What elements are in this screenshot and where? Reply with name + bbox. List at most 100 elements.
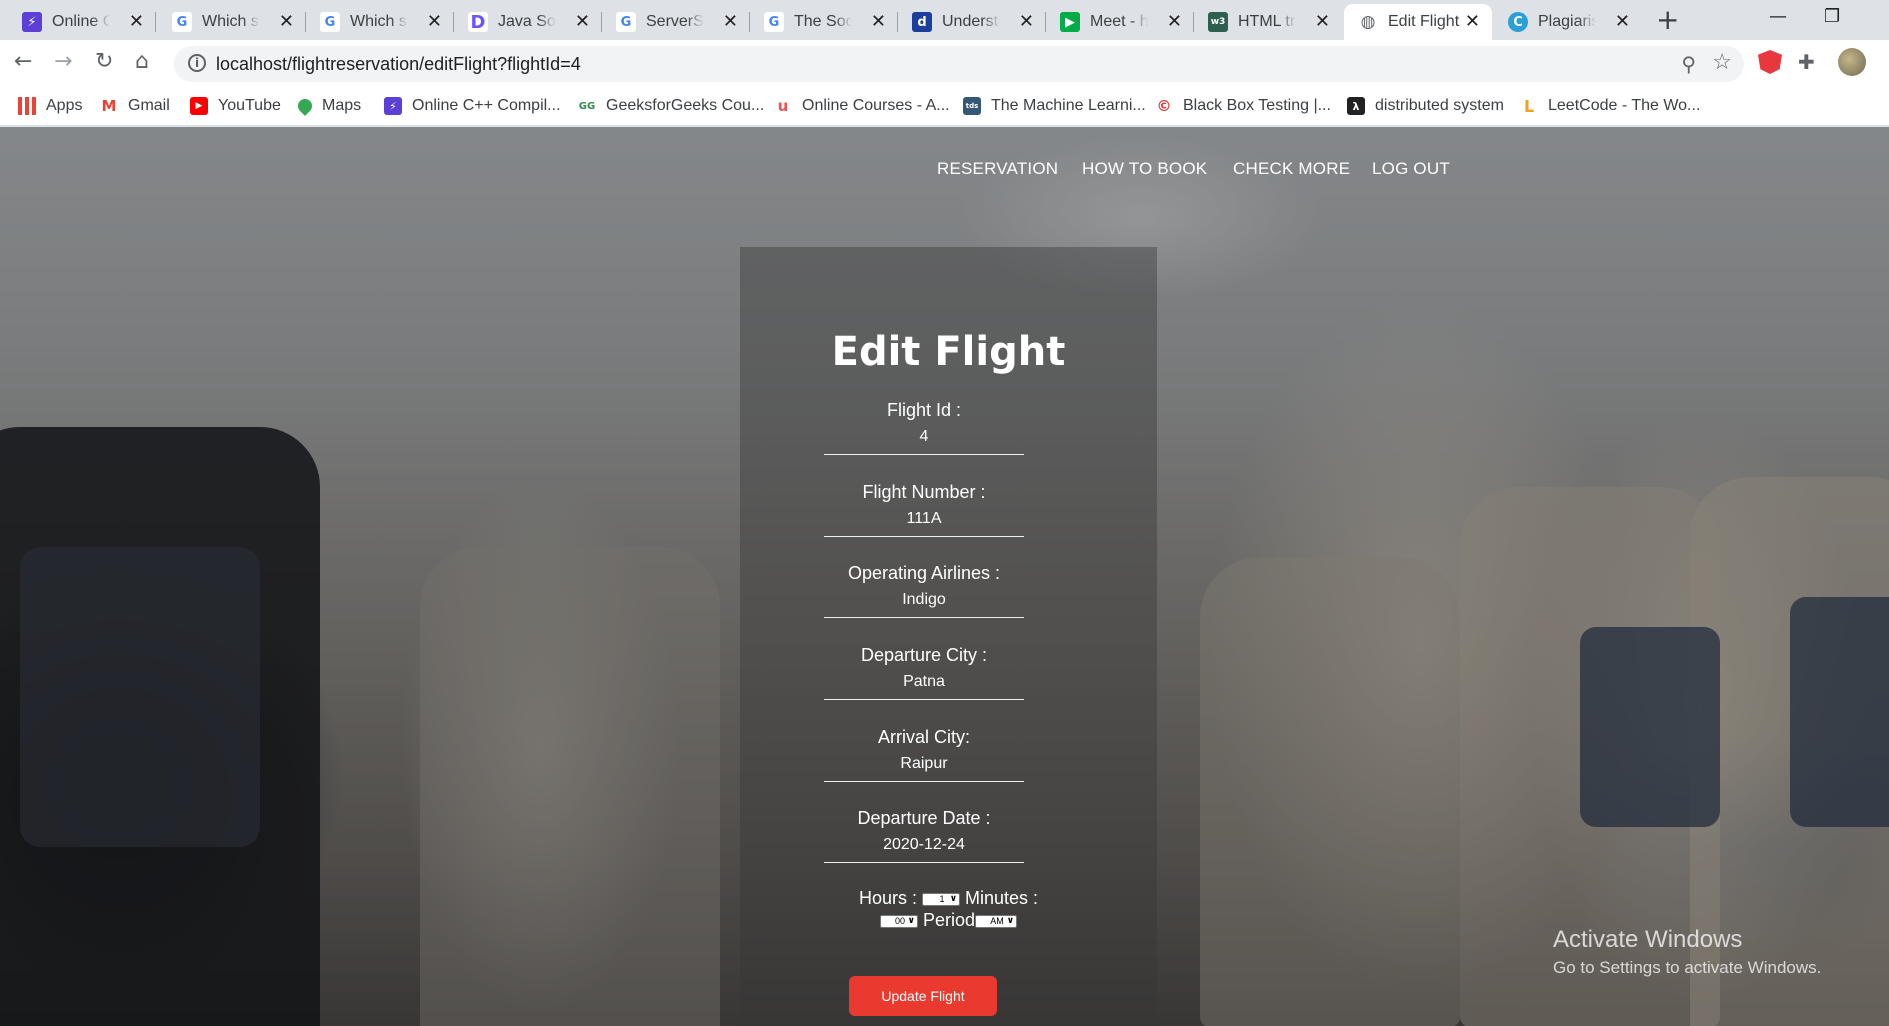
bookmark-black-box-testing[interactable]: © Black Box Testing |... xyxy=(1155,94,1331,118)
bookmark-distributed-system[interactable]: λ distributed system xyxy=(1347,94,1504,118)
profile-avatar[interactable] xyxy=(1838,48,1866,76)
seat-screen-shape xyxy=(20,547,260,847)
site-info-icon[interactable]: i xyxy=(188,54,206,72)
zoom-icon[interactable]: ⚲ xyxy=(1681,52,1696,76)
bookmark-label: LeetCode - The Wo... xyxy=(1548,97,1701,114)
field-value[interactable]: 2020-12-24 xyxy=(824,831,1024,859)
seat-shape xyxy=(420,547,720,1026)
field-value[interactable]: 4 xyxy=(824,423,1024,451)
tab-title: Online C++ xyxy=(52,13,110,30)
close-icon[interactable]: ✕ xyxy=(575,12,590,32)
bookmark-star-icon[interactable]: ☆ xyxy=(1712,50,1732,75)
hours-select[interactable]: 1 xyxy=(922,892,960,906)
home-icon[interactable]: ⌂ xyxy=(135,50,149,74)
field-value[interactable]: Patna xyxy=(824,668,1024,696)
bookmark-label: Black Box Testing |... xyxy=(1183,97,1331,114)
tab-edit-flight[interactable]: ◍ Edit Flight ✕ xyxy=(1344,4,1492,40)
time-selector: Hours : 1 Minutes : 00 Period AM xyxy=(780,887,1117,931)
maps-pin-icon xyxy=(295,96,315,116)
gmail-icon: M xyxy=(100,97,118,115)
close-icon[interactable]: ✕ xyxy=(1615,12,1630,32)
bookmark-label: GeeksforGeeks Cou... xyxy=(606,97,765,114)
close-icon[interactable]: ✕ xyxy=(1465,12,1480,32)
new-tab-button[interactable]: + xyxy=(1656,6,1679,34)
meet-icon: ▶ xyxy=(1060,12,1080,32)
tab-serversocket[interactable]: G ServerSoc ✕ xyxy=(602,4,750,40)
close-icon[interactable]: ✕ xyxy=(129,12,144,32)
bookmark-label: distributed system xyxy=(1375,97,1504,114)
bookmarks-bar: Apps M Gmail ▶ YouTube Maps ⚡ Online C++… xyxy=(0,86,1889,126)
back-arrow-icon[interactable]: ← xyxy=(14,50,32,74)
seat-shape xyxy=(1200,557,1460,1026)
close-icon[interactable]: ✕ xyxy=(279,12,294,32)
field-value[interactable]: Raipur xyxy=(824,750,1024,778)
nav-reservation[interactable]: RESERVATION xyxy=(937,159,1058,179)
tab-understanding[interactable]: d Understan ✕ xyxy=(898,4,1046,40)
google-icon: G xyxy=(320,12,340,32)
close-icon[interactable]: ✕ xyxy=(871,12,886,32)
w3-icon: w3 xyxy=(1208,12,1228,32)
tab-java-socket[interactable]: D Java Socke ✕ xyxy=(454,4,602,40)
seat-shape xyxy=(0,427,320,1026)
bookmark-maps[interactable]: Maps xyxy=(295,94,362,118)
bookmark-machine-learning[interactable]: tds The Machine Learni... xyxy=(963,94,1146,118)
tab-html-tr[interactable]: w3 HTML tr T ✕ xyxy=(1194,4,1342,40)
nav-log-out[interactable]: LOG OUT xyxy=(1372,159,1450,179)
address-bar[interactable]: i localhost/flightreservation/editFlight… xyxy=(174,46,1744,82)
field-departure-date: Departure Date : 2020-12-24 xyxy=(824,805,1024,863)
apps-grid-icon xyxy=(18,97,36,115)
minutes-value: 00 xyxy=(894,915,905,926)
bookmark-online-cpp[interactable]: ⚡ Online C++ Compil... xyxy=(384,94,561,118)
field-label: Flight Id : xyxy=(886,400,962,420)
forward-arrow-icon[interactable]: → xyxy=(54,50,72,74)
close-icon[interactable]: ✕ xyxy=(1315,12,1330,32)
close-icon[interactable]: ✕ xyxy=(427,12,442,32)
bookmark-youtube[interactable]: ▶ YouTube xyxy=(190,94,281,118)
tab-online-cpp[interactable]: ⚡ Online C++ ✕ xyxy=(8,4,156,40)
dev-icon: D xyxy=(468,12,488,33)
bookmark-apps[interactable]: Apps xyxy=(18,94,82,118)
nav-how-to-book[interactable]: HOW TO BOOK xyxy=(1082,159,1207,179)
field-label: Departure Date : xyxy=(857,808,991,828)
tab-which-sta-1[interactable]: G Which sta ✕ xyxy=(158,4,306,40)
bookmark-gmail[interactable]: M Gmail xyxy=(100,94,170,118)
extension-shield-icon[interactable] xyxy=(1758,50,1782,74)
update-flight-button[interactable]: Update Flight xyxy=(849,976,997,1016)
restore-button[interactable]: ❐ xyxy=(1824,6,1840,27)
bookmark-geeksforgeeks[interactable]: GG GeeksforGeeks Cou... xyxy=(578,94,764,118)
minutes-select[interactable]: 00 xyxy=(879,914,918,928)
field-arrival-city: Arrival City: Raipur xyxy=(824,724,1024,782)
google-icon: G xyxy=(616,12,636,32)
tab-which-sta-2[interactable]: G Which sta ✕ xyxy=(306,4,454,40)
close-icon[interactable]: ✕ xyxy=(1019,12,1034,32)
seat-screen-shape xyxy=(1790,597,1889,827)
udemy-icon: u xyxy=(774,97,792,115)
bookmark-leetcode[interactable]: ᒪ LeetCode - The Wo... xyxy=(1520,94,1700,118)
tab-the-socket[interactable]: G The Socke ✕ xyxy=(750,4,898,40)
bookmark-udemy[interactable]: u Online Courses - A... xyxy=(774,94,950,118)
period-select[interactable]: AM xyxy=(975,914,1018,928)
seat-screen-shape xyxy=(1580,627,1720,827)
extensions-puzzle-icon[interactable]: ✚ xyxy=(1798,50,1815,74)
reload-icon[interactable]: ↻ xyxy=(95,50,113,74)
close-icon[interactable]: ✕ xyxy=(1167,12,1182,32)
bookmark-label: Maps xyxy=(322,97,362,114)
url-text[interactable]: localhost/flightreservation/editFlight?f… xyxy=(216,54,581,75)
site-icon: d xyxy=(912,12,932,32)
field-flight-id: Flight Id : 4 xyxy=(824,397,1024,455)
tab-meet[interactable]: ▶ Meet - hz ✕ xyxy=(1046,4,1194,40)
period-label: Period xyxy=(922,910,976,930)
minutes-label: Minutes : xyxy=(965,888,1039,908)
hours-value: 1 xyxy=(939,893,945,904)
tab-title: ServerSoc xyxy=(646,13,704,30)
field-value[interactable]: 111A xyxy=(824,505,1024,533)
globe-icon: ◍ xyxy=(1358,12,1378,32)
tab-title: Which sta xyxy=(202,13,260,30)
field-value[interactable]: Indigo xyxy=(824,586,1024,614)
close-icon[interactable]: ✕ xyxy=(723,12,738,32)
nav-check-more[interactable]: CHECK MORE xyxy=(1233,159,1350,179)
minimize-button[interactable]: — xyxy=(1769,6,1787,27)
windows-activation-watermark: Activate Windows Go to Settings to activ… xyxy=(1553,926,1821,978)
tab-plagiarism[interactable]: C Plagiarism ✕ xyxy=(1494,4,1642,40)
tab-title: Which sta xyxy=(350,13,408,30)
